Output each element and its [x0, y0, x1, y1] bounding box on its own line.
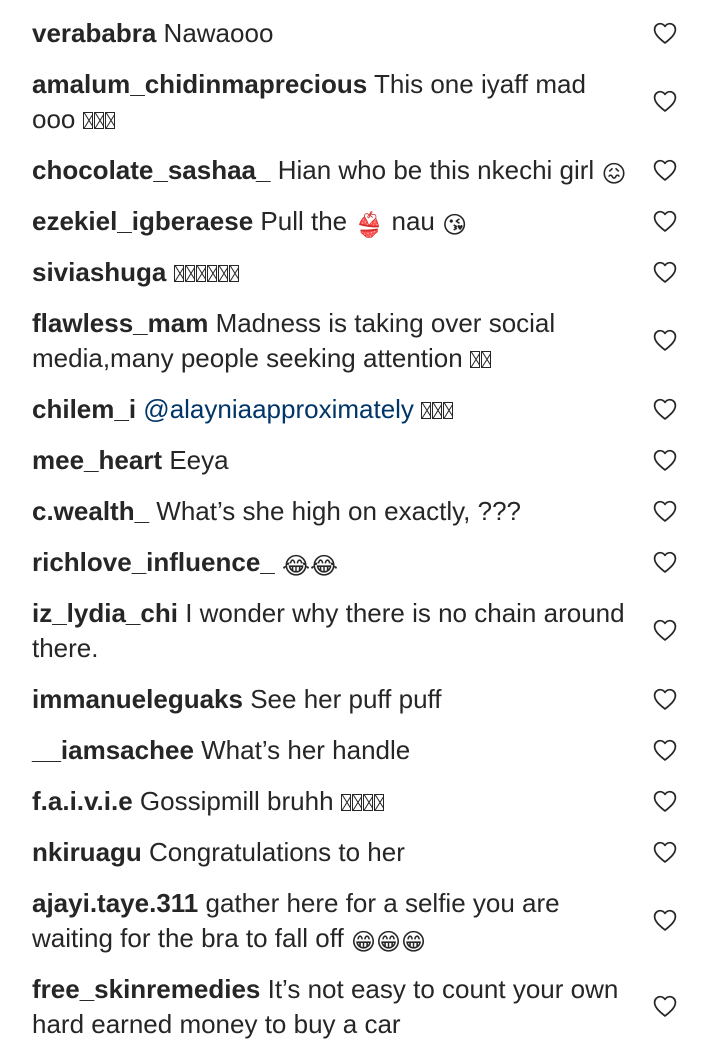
like-heart-icon[interactable] — [652, 737, 678, 763]
comment-text: Congratulations to her — [149, 837, 405, 867]
comment-text: Nawaooo — [163, 18, 274, 48]
like-heart-icon[interactable] — [652, 447, 678, 473]
like-heart-icon[interactable] — [652, 839, 678, 865]
like-heart-icon[interactable] — [652, 907, 678, 933]
like-heart-icon[interactable] — [652, 157, 678, 183]
comment-username[interactable]: chilem_i — [32, 394, 136, 424]
missing-glyph-icon — [340, 794, 351, 811]
comment-emoji: 😂😂 — [282, 553, 339, 580]
comment-row: free_skinremedies It’s not easy to count… — [0, 970, 708, 1042]
comment-username[interactable]: ajayi.taye.311 — [32, 888, 198, 918]
comment-row: iz_lydia_chi I wonder why there is no ch… — [0, 594, 708, 666]
missing-glyph-icon — [421, 402, 432, 419]
comment-row: c.wealth_ What’s she high on exactly, ??… — [0, 492, 708, 529]
missing-glyph-icon — [93, 112, 104, 129]
comment-list: verababra Nawaooo amalum_chidinmapreciou… — [0, 14, 708, 1056]
missing-glyph-icon — [195, 265, 206, 282]
like-heart-icon[interactable] — [652, 259, 678, 285]
comment-row: verababra Nawaooo — [0, 14, 708, 51]
comment-emoji: 😘 — [442, 212, 468, 239]
comment-row: chocolate_sashaa_ Hian who be this nkech… — [0, 151, 708, 188]
missing-glyph-icon — [217, 265, 228, 282]
missing-glyph-icon — [443, 402, 454, 419]
like-heart-icon[interactable] — [652, 498, 678, 524]
comment-username[interactable]: f.a.i.v.i.e — [32, 786, 133, 816]
comment-emoji: 😁😁😁 — [350, 929, 426, 956]
comment-username[interactable]: ezekiel_igberaese — [32, 206, 253, 236]
comment-text: See her puff puff — [250, 684, 442, 714]
comment-username[interactable]: c.wealth_ — [32, 496, 149, 526]
comment-text: nau — [391, 206, 435, 236]
missing-glyph-icon — [82, 112, 93, 129]
missing-glyph-icon — [351, 794, 362, 811]
comment-text: Hian who be this nkechi girl — [277, 155, 595, 185]
comment-row: nkiruagu Congratulations to her — [0, 833, 708, 870]
comment-row: f.a.i.v.i.e Gossipmill bruhh — [0, 782, 708, 819]
comment-text: Gossipmill bruhh — [139, 786, 334, 816]
like-heart-icon[interactable] — [652, 686, 678, 712]
missing-glyph-icon — [206, 265, 217, 282]
missing-glyph-icon — [104, 112, 115, 129]
comment-username[interactable]: siviashuga — [32, 257, 166, 287]
comment-text: What’s her handle — [201, 735, 411, 765]
comment-emoji: 😖 — [601, 161, 627, 188]
comment-username[interactable]: richlove_influence_ — [32, 547, 275, 577]
like-heart-icon[interactable] — [652, 788, 678, 814]
comment-username[interactable]: mee_heart — [32, 445, 162, 475]
comment-row: flawless_mam Madness is taking over soci… — [0, 304, 708, 376]
missing-glyph-icon — [469, 351, 480, 368]
comment-username[interactable]: __iamsachee — [32, 735, 194, 765]
comment-username[interactable]: free_skinremedies — [32, 974, 260, 1004]
like-heart-icon[interactable] — [652, 327, 678, 353]
comment-username[interactable]: immanueleguaks — [32, 684, 243, 714]
comment-row: ajayi.taye.311 gather here for a selfie … — [0, 884, 708, 956]
like-heart-icon[interactable] — [652, 20, 678, 46]
comment-row: richlove_influence_ 😂😂 — [0, 543, 708, 580]
missing-glyph-icon — [184, 265, 195, 282]
comment-row: siviashuga — [0, 253, 708, 290]
like-heart-icon[interactable] — [652, 549, 678, 575]
missing-glyph-icon — [228, 265, 239, 282]
comment-username[interactable]: chocolate_sashaa_ — [32, 155, 270, 185]
comment-row: __iamsachee What’s her handle — [0, 731, 708, 768]
comment-username[interactable]: verababra — [32, 18, 156, 48]
like-heart-icon[interactable] — [652, 993, 678, 1019]
comment-text: Pull the — [260, 206, 348, 236]
comment-row: amalum_chidinmaprecious This one iyaff m… — [0, 65, 708, 137]
missing-glyph-icon — [373, 794, 384, 811]
comment-row: mee_heart Eeya — [0, 441, 708, 478]
comment-text: Eeya — [169, 445, 229, 475]
like-heart-icon[interactable] — [652, 208, 678, 234]
like-heart-icon[interactable] — [652, 88, 678, 114]
comment-row: ezekiel_igberaese Pull the 👙 nau 😘 — [0, 202, 708, 239]
comment-emoji: 👙 — [354, 212, 385, 239]
missing-glyph-icon — [480, 351, 491, 368]
comment-text: What’s she high on exactly, ??? — [156, 496, 521, 526]
like-heart-icon[interactable] — [652, 396, 678, 422]
comment-mention-link[interactable]: @alayniaapproximately — [143, 394, 414, 424]
missing-glyph-icon — [173, 265, 184, 282]
comment-row: chilem_i @alayniaapproximately — [0, 390, 708, 427]
like-heart-icon[interactable] — [652, 617, 678, 643]
comment-username[interactable]: amalum_chidinmaprecious — [32, 69, 367, 99]
missing-glyph-icon — [362, 794, 373, 811]
comment-username[interactable]: iz_lydia_chi — [32, 598, 178, 628]
comment-username[interactable]: flawless_mam — [32, 308, 208, 338]
comment-username[interactable]: nkiruagu — [32, 837, 142, 867]
comment-row: immanueleguaks See her puff puff — [0, 680, 708, 717]
previous-comment-fragment — [30, 0, 250, 6]
missing-glyph-icon — [432, 402, 443, 419]
